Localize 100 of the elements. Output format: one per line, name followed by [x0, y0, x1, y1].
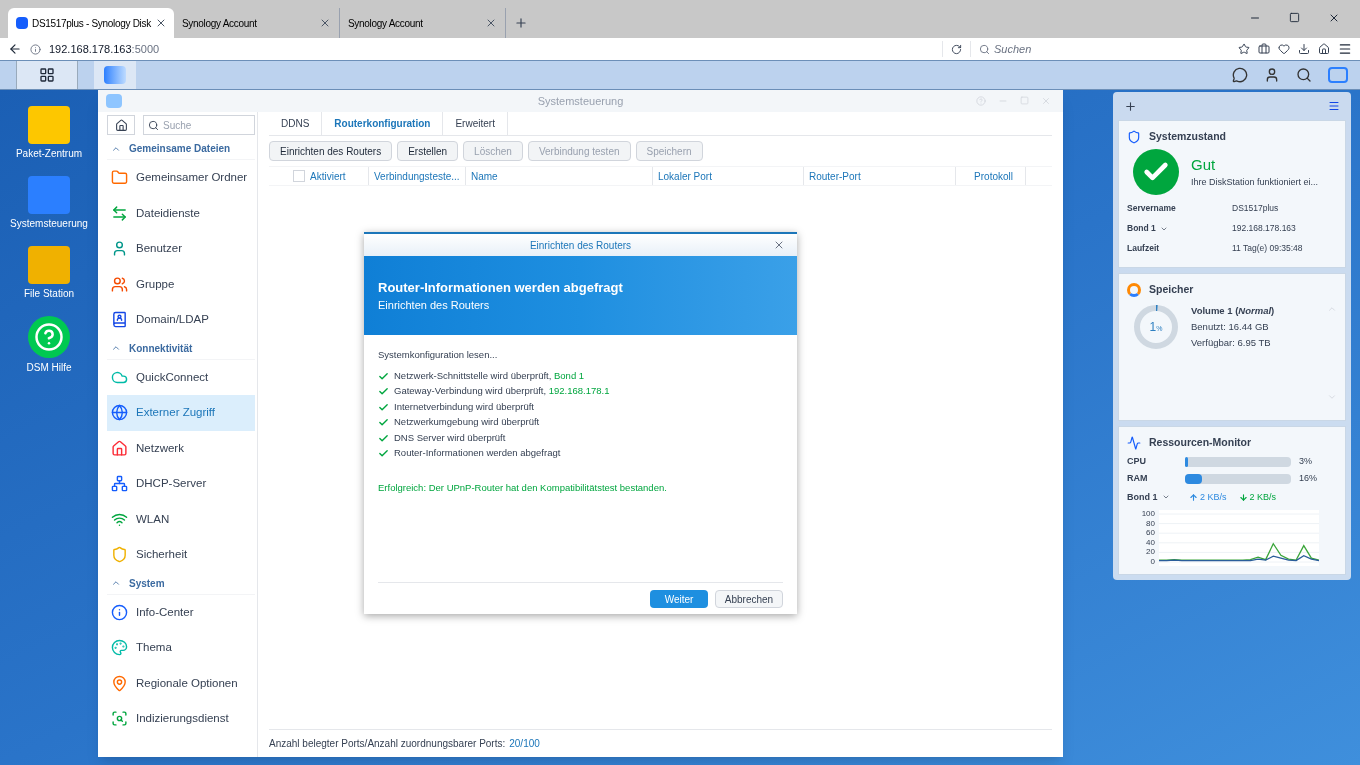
check-text: Gateway-Verbindung wird überprüft, 192.168.178.1 — [394, 384, 610, 399]
column-header[interactable]: Name — [471, 168, 498, 184]
meter-label: RAM — [1127, 471, 1149, 485]
menu-icon[interactable] — [1338, 42, 1352, 56]
sidebar-item[interactable]: Externer Zugriff — [107, 395, 255, 431]
axis-label: 40 — [1146, 538, 1155, 547]
home-icon[interactable] — [1318, 43, 1330, 55]
sidebar-item[interactable]: Gemeinsamer Ordner — [107, 160, 255, 196]
sidebar-item[interactable]: Dateidienste — [107, 195, 255, 231]
used-space: Benutzt: 16.44 GB — [1191, 319, 1270, 334]
section-header[interactable]: Gemeinsame Dateien — [107, 138, 255, 160]
home-button[interactable] — [107, 115, 135, 135]
grid-icon — [39, 67, 55, 83]
sidebar-item[interactable]: WLAN — [107, 501, 255, 537]
desktop-shortcut[interactable]: DSM Hilfe — [0, 316, 98, 374]
url-field[interactable]: 192.168.178.163:5000 — [49, 40, 943, 58]
monitor-icon — [1127, 435, 1141, 450]
sidebar-item[interactable]: Sicherheit — [107, 537, 255, 573]
info-label: Servername — [1127, 202, 1177, 216]
info-label[interactable]: Bond 1 — [1127, 222, 1232, 236]
interface-dropdown[interactable]: Bond 1 — [1127, 490, 1177, 504]
dialog-title: Einrichten des Routers — [529, 238, 632, 253]
sidebar-item[interactable]: Regionale Optionen — [107, 665, 255, 701]
tab[interactable]: DDNS — [269, 112, 323, 135]
bookmark-icon[interactable] — [1238, 43, 1250, 55]
chevron-up-icon — [111, 343, 121, 353]
desktop-shortcut[interactable]: File Station — [0, 246, 98, 300]
sidebar-item[interactable]: Thema — [107, 630, 255, 666]
tab[interactable]: Erweitert — [443, 112, 508, 135]
search-icon — [979, 43, 990, 55]
desktop-label: Systemsteuerung — [9, 218, 89, 230]
column-header[interactable]: Verbindungsteste... — [374, 168, 460, 184]
search-icon — [111, 710, 128, 728]
check-text: Netzwerkumgebung wird überprüft — [394, 415, 540, 430]
banner-subtitle: Einrichten des Routers — [378, 298, 491, 313]
column-header[interactable]: Router-Port — [809, 168, 861, 184]
close-icon[interactable] — [1328, 12, 1340, 24]
column-header[interactable]: Aktiviert — [310, 168, 346, 184]
sidebar-item[interactable]: Benutzer — [107, 231, 255, 267]
checkbox[interactable] — [293, 170, 305, 182]
sidebar-item[interactable]: DHCP-Server — [107, 466, 255, 502]
upload-rate: 2 KB/s — [1200, 490, 1227, 504]
globe-icon — [111, 404, 128, 422]
add-icon[interactable] — [1124, 99, 1137, 113]
sidebar-item[interactable]: Indizierungsdienst — [107, 701, 255, 737]
meter-label: CPU — [1127, 454, 1147, 468]
download-icon[interactable] — [1298, 43, 1310, 55]
search-field[interactable]: Suchen — [970, 40, 1230, 58]
toolbar-button[interactable]: Erstellen — [397, 141, 459, 161]
meter-reading: 16% — [1299, 471, 1317, 485]
port-count: 20/100 — [509, 737, 540, 751]
chat-icon[interactable] — [1232, 67, 1248, 83]
main-menu-button[interactable] — [16, 61, 78, 89]
back-icon[interactable] — [8, 42, 22, 56]
section-header[interactable]: System — [107, 572, 255, 595]
info-value: 192.168.178.163 — [1232, 222, 1296, 236]
search-icon[interactable] — [1296, 67, 1312, 83]
column-header[interactable]: Lokaler Port — [658, 168, 712, 184]
close-icon[interactable] — [485, 17, 497, 29]
app-taskbar-button[interactable] — [94, 61, 136, 89]
check-text: Netzwerk-Schnittstelle wird überprüft, Bond 1 — [394, 368, 585, 383]
collapse-icon[interactable] — [1328, 100, 1340, 112]
window-title: Systemsteuerung — [537, 93, 624, 109]
info-icon[interactable] — [30, 43, 41, 55]
maximize-icon[interactable] — [1289, 12, 1300, 23]
desktop-shortcut[interactable]: Systemsteuerung — [0, 176, 98, 230]
toolbar-button[interactable]: Einrichten des Routers — [269, 141, 393, 161]
sidebar-item[interactable]: Gruppe — [107, 266, 255, 302]
info-icon — [111, 603, 128, 621]
check-text: Router-Informationen werden abgefragt — [394, 446, 561, 461]
browser-tab[interactable]: DS1517plus - Synology Disk — [8, 8, 174, 38]
close-icon[interactable] — [773, 239, 785, 251]
reload-icon[interactable] — [951, 43, 962, 55]
cancel-button[interactable]: Abbrechen — [715, 590, 783, 608]
download-icon — [1238, 492, 1248, 502]
desktop-shortcut[interactable]: Paket-Zentrum — [0, 106, 98, 160]
home-icon — [114, 118, 128, 132]
new-tab-icon[interactable] — [514, 16, 528, 30]
sidebar-item[interactable]: Netzwerk — [107, 430, 255, 466]
user-icon — [111, 240, 128, 258]
info-label: Laufzeit — [1127, 242, 1161, 256]
intro-text: Systemkonfiguration lesen... — [378, 348, 499, 362]
sidebar-item[interactable]: Info-Center — [107, 594, 255, 630]
download-rate: 2 KB/s — [1249, 490, 1277, 504]
shield-icon — [111, 546, 128, 564]
axis-label: 60 — [1146, 529, 1155, 538]
info-value: 11 Tag(e) 09:35:48 — [1232, 242, 1303, 256]
axis-label: 80 — [1146, 519, 1155, 528]
desktop-label: File Station — [23, 288, 75, 300]
tab[interactable]: Routerkonfiguration — [322, 112, 444, 135]
sidebar-item[interactable]: QuickConnect — [107, 359, 255, 395]
info-shield-icon — [1127, 129, 1141, 144]
section-header[interactable]: Konnektivität — [107, 337, 255, 360]
tab-title: DS1517plus - Synology Disk — [32, 16, 151, 31]
user-icon[interactable] — [1264, 67, 1280, 83]
briefcase-icon[interactable] — [1258, 43, 1270, 55]
column-header[interactable]: Protokoll — [974, 168, 1013, 184]
close-icon[interactable] — [319, 17, 331, 29]
sidebar-item[interactable]: Domain/LDAP — [107, 302, 255, 338]
arrows-icon — [111, 204, 128, 222]
